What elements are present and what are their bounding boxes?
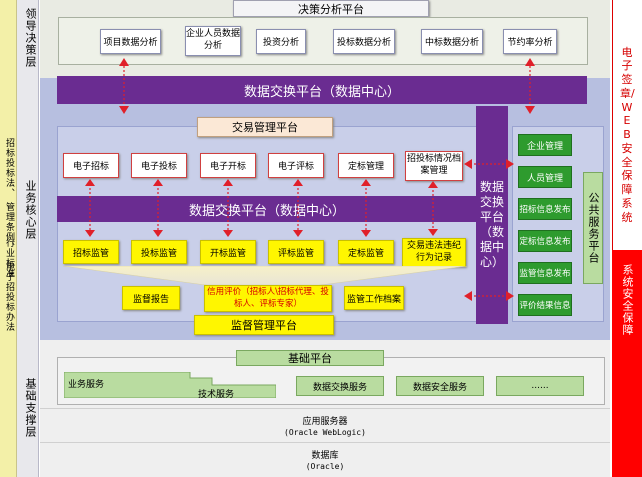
security-bar-label: 系统安全保障 — [621, 264, 634, 336]
security-service: 数据安全服务 — [396, 376, 484, 396]
tech-service-label: 技术服务 — [198, 390, 235, 400]
base-platform-title: 基础平台 — [236, 350, 384, 366]
database-sub: (Oracle) — [305, 461, 345, 471]
more-services: ...... — [496, 376, 584, 396]
app-server-title: 应用服务器 — [302, 416, 348, 427]
app-server-sub: (Oracle WebLogic) — [284, 427, 366, 437]
esign-bar-label: 电子签章/WEB安全保障系统 — [620, 45, 635, 224]
exchange-service: 数据交换服务 — [296, 376, 384, 396]
business-service-label: 业务服务 — [68, 380, 105, 390]
database-title: 数据库 — [311, 450, 339, 461]
